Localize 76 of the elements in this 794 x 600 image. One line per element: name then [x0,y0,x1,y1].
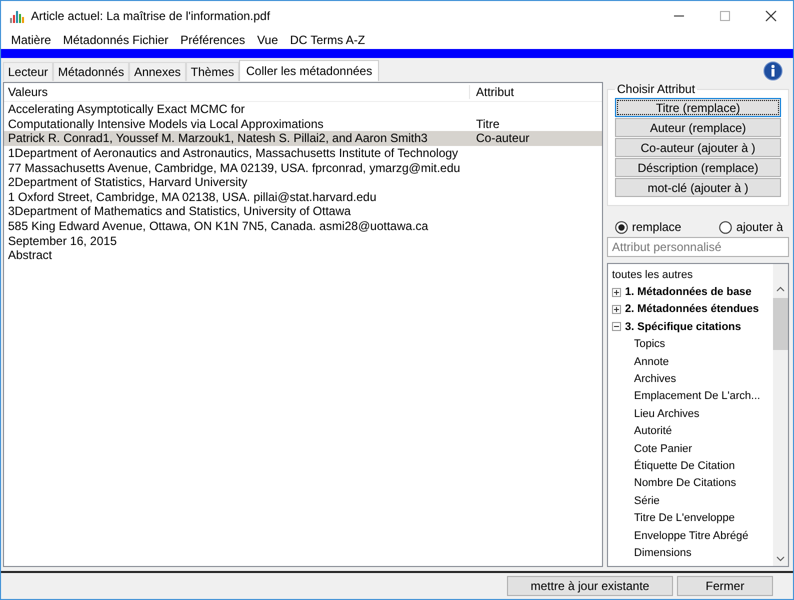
attribute-button[interactable]: Auteur (remplace) [615,118,781,137]
footer-button[interactable]: Fermer [677,576,773,596]
info-icon[interactable] [761,60,785,80]
menu-item[interactable]: Préférences [174,32,252,46]
table-row[interactable]: September 16, 2015 [4,233,602,248]
tree-item[interactable]: Dimensions [634,546,692,559]
table-cell-text: September 16, 2015 [7,234,118,248]
footer-button[interactable]: mettre à jour existante [507,576,673,596]
table-cell-text: Titre [475,116,500,131]
table-cell-text: Accelerating Asymptotically Exact MCMC for [7,102,246,116]
table-cell-text: 2Department of Statistics, Harvard University [7,175,248,190]
tree-item[interactable]: Lieu Archives [634,408,700,420]
group-title: Choisir Attribut [616,82,696,96]
column-header[interactable]: Valeurs [4,85,470,99]
table-cell-text: 1 Oxford Street, Cambridge, MA 02138, USA. pillai@stat.harvard.edu [7,190,378,204]
table-cell-text: 585 King Edward Avenue, Ottawa, ON K1N 7N5, Canada. asmi28@uottawa.ca [7,219,430,234]
table-cell-text: 3Department of Mathematics and Statistics, University of Ottawa [7,204,352,218]
radio-button[interactable] [615,220,628,234]
table-cell-text: Computationally Intensive Models via Local Approximations [7,116,324,131]
tree-item[interactable]: Cote Panier [634,442,692,455]
table-cell-text: Patrick R. Conrad1, Youssef M. Marzouk1, Natesh S. Pillai2, and Aaron Smith3 [7,131,429,146]
tree-item[interactable]: Autorité [634,425,672,438]
window-title: Article actuel: La maîtrise de l'information.pdf [31,8,270,22]
menu-item[interactable]: Métadonnés Fichier [57,32,174,46]
scroll-thumb[interactable] [773,298,788,350]
table-row[interactable]: Abstract [4,248,602,263]
scroll-down-icon[interactable] [776,556,785,562]
attribute-button[interactable]: Titre (remplace) [615,98,781,117]
tree-item[interactable]: Étiquette De Citation [634,460,735,472]
tree-item[interactable]: toutes les autres [612,268,693,281]
table-row[interactable]: 1Department of Aeronautics and Astronautics, Massachusetts Institute of Technology [4,146,602,160]
tree-item[interactable]: 2. Métadonnées étendues [625,303,759,316]
attribute-button[interactable]: Co-auteur (ajouter à ) [615,138,781,157]
table-row[interactable]: Accelerating Asymptotically Exact MCMC for [4,102,602,117]
tree-item[interactable]: Annote [634,356,669,368]
close-icon[interactable] [765,10,777,22]
tree-item[interactable]: Archives [634,373,676,386]
column-header[interactable]: Attribut [470,85,514,99]
scrollbar[interactable] [773,264,788,566]
custom-attribute-field[interactable]: Attribut personnalisé [607,237,789,257]
tree-item[interactable]: 3. Spécifique citations [625,320,742,333]
tab[interactable]: Thèmes [186,62,240,81]
expand-icon[interactable] [612,288,621,297]
expand-icon[interactable] [612,304,621,314]
tree-item[interactable]: Topics [634,338,666,350]
radio-label[interactable]: ajouter à [736,220,783,234]
table-row[interactable]: 2Department of Statistics, Harvard University [4,174,602,190]
menu-item[interactable]: Vue [251,32,284,46]
table-cell-text: 77 Massachusetts Avenue, Cambridge, MA 02139, USA. fprconrad, ymarzg@mit.edu [7,160,462,175]
attribute-button[interactable]: Déscription (remplace) [615,158,781,177]
tab[interactable]: Métadonnés [53,62,130,81]
tree-item[interactable]: Nombre De Citations [634,477,736,490]
table-row[interactable]: 77 Massachusetts Avenue, Cambridge, MA 02139, USA. fprconrad, ymarzg@mit.edu [4,160,602,175]
table-row[interactable]: 585 King Edward Avenue, Ottawa, ON K1N 7N5, Canada. asmi28@uottawa.ca [4,218,602,234]
tree-item[interactable]: Emplacement De L'arch... [634,390,760,402]
radio-label[interactable]: remplace [632,220,682,234]
tree-item[interactable]: 1. Métadonnées de base [625,286,752,298]
menu-item[interactable]: Matière [5,32,58,46]
table-row[interactable]: Computationally Intensive Models via Local Approximations Titre [4,116,602,132]
table-row[interactable]: 3Department of Mathematics and Statistics, University of Ottawa [4,204,602,219]
table-cell-text: Abstract [7,248,54,262]
tab[interactable]: Annexes [129,62,186,81]
collapse-icon[interactable] [612,322,621,332]
tab[interactable]: Lecteur [3,62,54,81]
table-cell-text: 1Department of Aeronautics and Astronautics, Massachusetts Institute of Technology [7,146,460,160]
table-cell-text: Co-auteur [475,131,530,146]
tree-item[interactable]: Enveloppe Titre Abrégé [634,530,748,542]
attribute-button[interactable]: mot-clé (ajouter à ) [615,178,781,197]
scroll-up-icon[interactable] [776,286,785,292]
tree-item[interactable]: Titre De L'enveloppe [634,512,735,524]
selected-row[interactable]: Patrick R. Conrad1, Youssef M. Marzouk1, Natesh S. Pillai2, and Aaron Smith3 Co-auteur [4,131,602,146]
tab[interactable]: Coller les métadonnées [239,60,380,81]
radio-button[interactable] [719,220,732,234]
tree-item[interactable]: Série [634,494,660,507]
menu-item[interactable]: DC Terms A-Z [284,32,372,46]
table-row[interactable]: 1 Oxford Street, Cambridge, MA 02138, USA. pillai@stat.harvard.edu [4,190,602,204]
